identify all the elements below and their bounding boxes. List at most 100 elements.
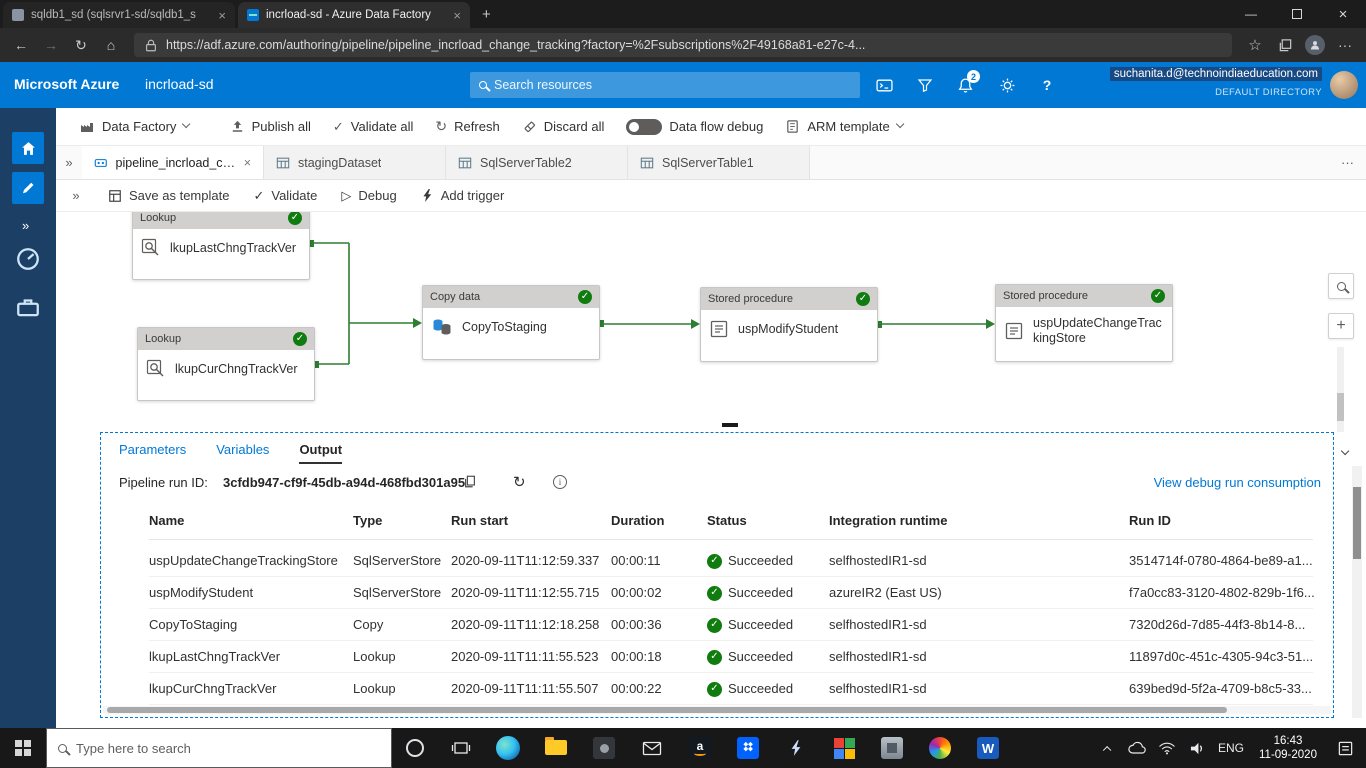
notifications-bell-icon[interactable]: 2 xyxy=(953,70,980,94)
output-panel-collapse-chevron-icon[interactable] xyxy=(1340,442,1350,457)
browser-tab-adf[interactable]: incrload-sd - Azure Data Factory × xyxy=(238,2,470,28)
dark-app-button[interactable] xyxy=(580,728,628,768)
tab-close-icon[interactable]: × xyxy=(453,9,461,22)
tab-stagingdataset[interactable]: stagingDataset xyxy=(264,146,446,179)
browser-profile-avatar[interactable] xyxy=(1300,31,1330,59)
activity-node-CopyToStaging[interactable]: Copy data CopyToStaging xyxy=(422,285,600,360)
activity-node-uspModifyStudent[interactable]: Stored procedure uspModifyStudent xyxy=(700,287,878,362)
arm-template-menu[interactable]: ARM template xyxy=(774,108,914,145)
browser-menu-ellipsis-icon[interactable]: ··· xyxy=(1330,31,1360,59)
network-wifi-icon[interactable] xyxy=(1154,728,1180,768)
output-horizontal-scrollbar-thumb[interactable] xyxy=(107,707,1227,713)
task-view-button[interactable] xyxy=(438,728,484,768)
amazon-app-button[interactable]: a xyxy=(676,728,724,768)
sidenav-expand-icon[interactable]: » xyxy=(22,218,29,233)
data-flow-debug-toggle[interactable] xyxy=(626,118,663,135)
copy-run-id-icon[interactable] xyxy=(463,474,477,492)
url-field[interactable]: https://adf.azure.com/authoring/pipeline… xyxy=(134,33,1232,57)
browser-tab-sqldb[interactable]: sqldb1_sd (sqlsrvr1-sd/sqldb1_s × xyxy=(3,2,235,28)
resources-expand-icon[interactable]: » xyxy=(56,146,82,179)
volume-speaker-icon[interactable] xyxy=(1184,728,1210,768)
tab-pipeline[interactable]: pipeline_incrload_ch... × xyxy=(82,146,264,179)
view-debug-run-consumption-link[interactable]: View debug run consumption xyxy=(1154,475,1321,490)
taskbar-search-input[interactable] xyxy=(76,740,380,756)
tab-close-icon[interactable]: × xyxy=(244,156,251,170)
lightning-app-button[interactable] xyxy=(772,728,820,768)
onedrive-cloud-icon[interactable] xyxy=(1124,728,1150,768)
tab-parameters[interactable]: Parameters xyxy=(119,442,186,464)
colorful-app-button[interactable] xyxy=(820,728,868,768)
back-icon[interactable]: ← xyxy=(6,31,36,59)
activity-node-uspUpdateChangeTrackingStore[interactable]: Stored procedure uspUpdateChangeTracking… xyxy=(995,284,1173,362)
start-button[interactable] xyxy=(0,728,46,768)
resource-search-box[interactable] xyxy=(470,72,860,98)
activity-node-lkupLastChngTrackVer[interactable]: Lookup lkupLastChngTrackVer xyxy=(132,212,310,280)
tab-overflow-ellipsis-icon[interactable]: ··· xyxy=(1341,146,1366,179)
debug-button[interactable]: ▷ Debug xyxy=(329,188,408,204)
refresh-button[interactable]: ↻ Refresh xyxy=(424,108,510,145)
favorites-star-icon[interactable]: ☆ xyxy=(1240,31,1270,59)
new-tab-button[interactable]: + xyxy=(482,6,491,23)
tab-sqlservertable1[interactable]: SqlServerTable1 xyxy=(628,146,810,179)
tab-sqlservertable2[interactable]: SqlServerTable2 xyxy=(446,146,628,179)
language-indicator[interactable]: ENG xyxy=(1214,728,1248,768)
cell-status: Succeeded xyxy=(707,641,793,673)
folder-icon xyxy=(545,737,567,756)
photos-app-button[interactable] xyxy=(916,728,964,768)
pipeline-canvas[interactable]: Lookup lkupLastChngTrackVer Lookup lkupC… xyxy=(56,212,1366,432)
app-vertical-scrollbar-thumb[interactable] xyxy=(1353,487,1361,559)
table-row: uspModifyStudent SqlServerStore 2020-09-… xyxy=(149,577,1315,609)
refresh-icon[interactable]: ↻ xyxy=(66,31,96,59)
canvas-horizontal-scrollbar-thumb[interactable] xyxy=(722,423,738,427)
validate-all-button[interactable]: ✓ Validate all xyxy=(322,108,425,145)
pipeline-run-id-label: Pipeline run ID: xyxy=(119,475,208,490)
data-factory-menu[interactable]: Data Factory xyxy=(68,108,201,145)
info-icon[interactable]: i xyxy=(553,475,567,489)
canvas-zoom-in-button[interactable]: + xyxy=(1328,313,1354,339)
file-explorer-app-button[interactable] xyxy=(532,728,580,768)
user-email[interactable]: suchanita.d@technoindiaeducation.com xyxy=(1109,67,1322,81)
canvas-vertical-scrollbar-thumb[interactable] xyxy=(1337,393,1344,421)
resource-search-input[interactable] xyxy=(494,78,851,92)
mail-app-button[interactable] xyxy=(628,728,676,768)
sidebar-item-home[interactable] xyxy=(12,132,44,164)
publish-all-button[interactable]: Publish all xyxy=(219,108,322,145)
gray-app-button[interactable] xyxy=(868,728,916,768)
sidebar-item-author[interactable] xyxy=(12,172,44,204)
validate-button[interactable]: ✓ Validate xyxy=(241,188,329,204)
dark-app-icon xyxy=(593,737,615,759)
directory-filter-icon[interactable] xyxy=(913,76,937,94)
activity-node-lkupCurChngTrackVer[interactable]: Lookup lkupCurChngTrackVer xyxy=(137,327,315,401)
dropbox-app-button[interactable] xyxy=(724,728,772,768)
discard-all-button[interactable]: Discard all xyxy=(511,108,616,145)
cell-run-start: 2020-09-11T11:11:55.523 xyxy=(451,649,599,664)
settings-gear-icon[interactable] xyxy=(995,76,1019,94)
edge-app-button[interactable] xyxy=(484,728,532,768)
cloud-shell-icon[interactable] xyxy=(872,76,896,94)
taskbar-clock[interactable]: 16:43 11-09-2020 xyxy=(1252,734,1324,762)
tab-close-icon[interactable]: × xyxy=(218,9,226,22)
collections-icon[interactable] xyxy=(1270,31,1300,59)
tab-output[interactable]: Output xyxy=(299,442,343,464)
activities-expand-icon[interactable]: » xyxy=(56,188,96,203)
home-icon[interactable]: ⌂ xyxy=(96,31,126,59)
word-app-button[interactable]: W xyxy=(964,728,1012,768)
sidebar-item-monitor[interactable] xyxy=(15,246,41,272)
forward-icon[interactable]: → xyxy=(36,31,66,59)
taskbar-search-box[interactable] xyxy=(46,728,392,768)
refresh-output-icon[interactable]: ↻ xyxy=(513,473,526,491)
success-check-icon xyxy=(288,212,302,225)
canvas-search-button[interactable] xyxy=(1328,273,1354,299)
tab-variables[interactable]: Variables xyxy=(216,442,269,464)
cortana-button[interactable] xyxy=(392,728,438,768)
action-center-icon[interactable] xyxy=(1328,728,1362,768)
window-maximize-button[interactable] xyxy=(1274,0,1320,28)
save-as-template-button[interactable]: Save as template xyxy=(96,188,241,203)
user-avatar[interactable] xyxy=(1330,71,1358,99)
azure-brand[interactable]: Microsoft Azure xyxy=(14,76,119,92)
window-minimize-button[interactable]: — xyxy=(1228,0,1274,28)
add-trigger-button[interactable]: Add trigger xyxy=(409,188,517,203)
tray-expand-chevron-icon[interactable] xyxy=(1094,728,1120,768)
sidebar-item-manage[interactable] xyxy=(15,294,41,320)
window-close-button[interactable]: × xyxy=(1320,0,1366,28)
